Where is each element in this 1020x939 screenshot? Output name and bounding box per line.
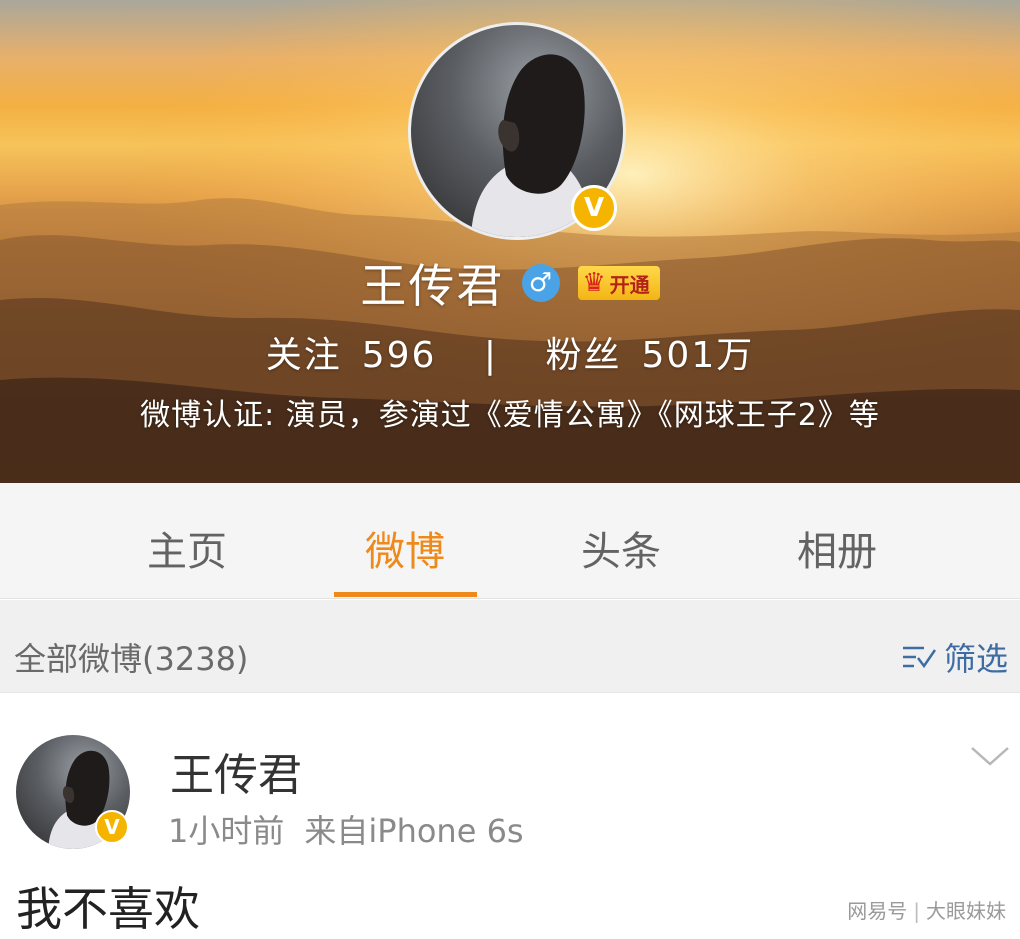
following-stat[interactable]: 关注 596 [266,335,450,376]
post-source: 来自iPhone 6s [304,812,524,850]
followers-count: 501万 [641,335,755,376]
posts-filter-bar: 全部微博(3238) 筛选 [0,600,1020,693]
verified-badge-icon: V [571,185,617,231]
verified-badge-glyph: V [104,815,120,839]
profile-tabs: 主页 微博 头条 相册 [0,483,1020,599]
vip-open-button[interactable]: ♛ 开通 [578,266,660,300]
post-menu-button[interactable] [970,745,1010,771]
followers-stat[interactable]: 粉丝 501万 [546,335,755,376]
watermark: 网易号 | 大眼妹妹 [847,895,1006,924]
crown-icon: ♛ [582,268,606,298]
post-meta: 1小时前 来自iPhone 6s [168,806,524,852]
all-posts-count[interactable]: 全部微博(3238) [14,634,248,680]
post-time: 1小时前 [168,812,285,850]
filter-button[interactable]: 筛选 [902,634,1008,680]
watermark-author: 大眼妹妹 [926,899,1006,923]
tab-headlines[interactable]: 头条 [546,519,696,577]
profile-cover: V 王传君 ♂ ♛ 开通 关注 596 | 粉丝 501万 微博认证: 演员，参演过… [0,0,1020,483]
male-icon: ♂ [522,264,561,302]
profile-stats: 关注 596 | 粉丝 501万 [0,326,1020,378]
profile-name: 王传君 [360,259,505,313]
followers-label: 粉丝 [545,335,622,376]
filter-label: 筛选 [943,640,1008,678]
verification-description: 微博认证: 演员，参演过《爱情公寓》《网球王子2》等 [140,398,880,433]
verified-badge-icon: V [95,810,129,844]
tab-weibo[interactable]: 微博 [330,519,480,577]
watermark-source: 网易号 [847,899,908,923]
following-label: 关注 [265,335,342,376]
filter-icon [902,646,936,669]
watermark-divider: | [913,899,920,923]
chevron-down-icon [971,747,1009,766]
post-text: 我不喜欢 [16,882,200,936]
tab-album[interactable]: 相册 [762,519,912,577]
profile-name-row: 王传君 ♂ ♛ 开通 [0,250,1020,316]
following-count: 596 [361,335,437,376]
tab-home[interactable]: 主页 [112,519,262,577]
vip-label: 开通 [609,272,650,297]
verified-badge-glyph: V [583,193,605,223]
active-tab-indicator [334,592,477,597]
stats-separator: | [483,335,499,376]
post-card: V 王传君 1小时前 来自iPhone 6s 我不喜欢 网易号 | 大眼妹妹 [0,693,1020,936]
post-author-name[interactable]: 王传君 [170,739,302,803]
